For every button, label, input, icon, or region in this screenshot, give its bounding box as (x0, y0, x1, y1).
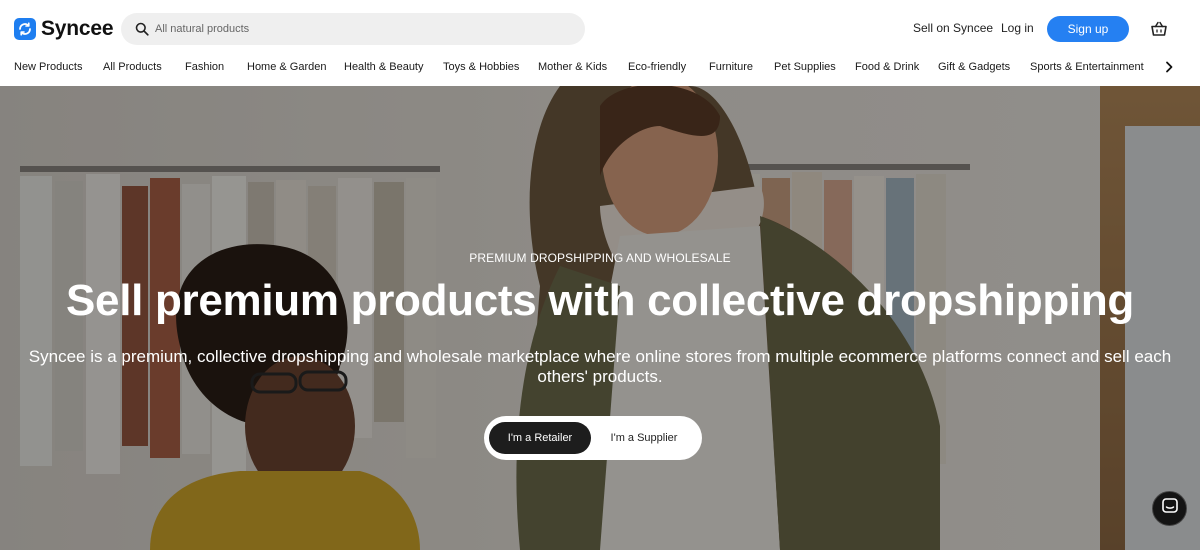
top-header: Syncee Sell on Syncee Log in Sign up (0, 0, 1200, 58)
hero-headline: Sell premium products with collective dr… (65, 276, 1135, 325)
category-eco-friendly[interactable]: Eco-friendly (628, 61, 686, 73)
search-icon (134, 22, 149, 37)
category-home-garden[interactable]: Home & Garden (247, 61, 326, 73)
category-new-products[interactable]: New Products (14, 61, 82, 73)
brand-logo[interactable]: Syncee (14, 17, 114, 41)
hero-eyebrow: PREMIUM DROPSHIPPING AND WHOLESALE (469, 251, 731, 265)
chat-icon (1161, 497, 1179, 520)
basket-icon[interactable] (1150, 20, 1168, 38)
category-food-drink[interactable]: Food & Drink (855, 61, 919, 73)
category-health-beauty[interactable]: Health & Beauty (344, 61, 424, 73)
supplier-button[interactable]: I'm a Supplier (596, 422, 692, 454)
search-input[interactable] (155, 23, 555, 35)
search-bar[interactable] (121, 13, 585, 45)
category-toys-hobbies[interactable]: Toys & Hobbies (443, 61, 519, 73)
category-gift-gadgets[interactable]: Gift & Gadgets (938, 61, 1010, 73)
category-pet-supplies[interactable]: Pet Supplies (774, 61, 836, 73)
signup-button[interactable]: Sign up (1047, 16, 1129, 42)
category-nav: New Products All Products Fashion Home &… (0, 58, 1200, 86)
category-sports-entertainment[interactable]: Sports & Entertainment (1030, 61, 1144, 73)
retailer-button[interactable]: I'm a Retailer (489, 422, 591, 454)
category-all-products[interactable]: All Products (103, 61, 162, 73)
hero-section: PREMIUM DROPSHIPPING AND WHOLESALE Sell … (0, 86, 1200, 550)
hero-subtext: Syncee is a premium, collective dropship… (28, 347, 1172, 386)
sync-icon (14, 18, 36, 40)
category-furniture[interactable]: Furniture (709, 61, 753, 73)
category-fashion[interactable]: Fashion (185, 61, 224, 73)
chat-button[interactable] (1152, 491, 1187, 526)
category-mother-kids[interactable]: Mother & Kids (538, 61, 607, 73)
chevron-right-icon[interactable] (1162, 60, 1176, 74)
brand-name: Syncee (41, 17, 114, 40)
role-toggle: I'm a Retailer I'm a Supplier (484, 416, 702, 460)
sell-on-syncee-link[interactable]: Sell on Syncee (913, 21, 993, 35)
login-link[interactable]: Log in (1001, 21, 1034, 35)
